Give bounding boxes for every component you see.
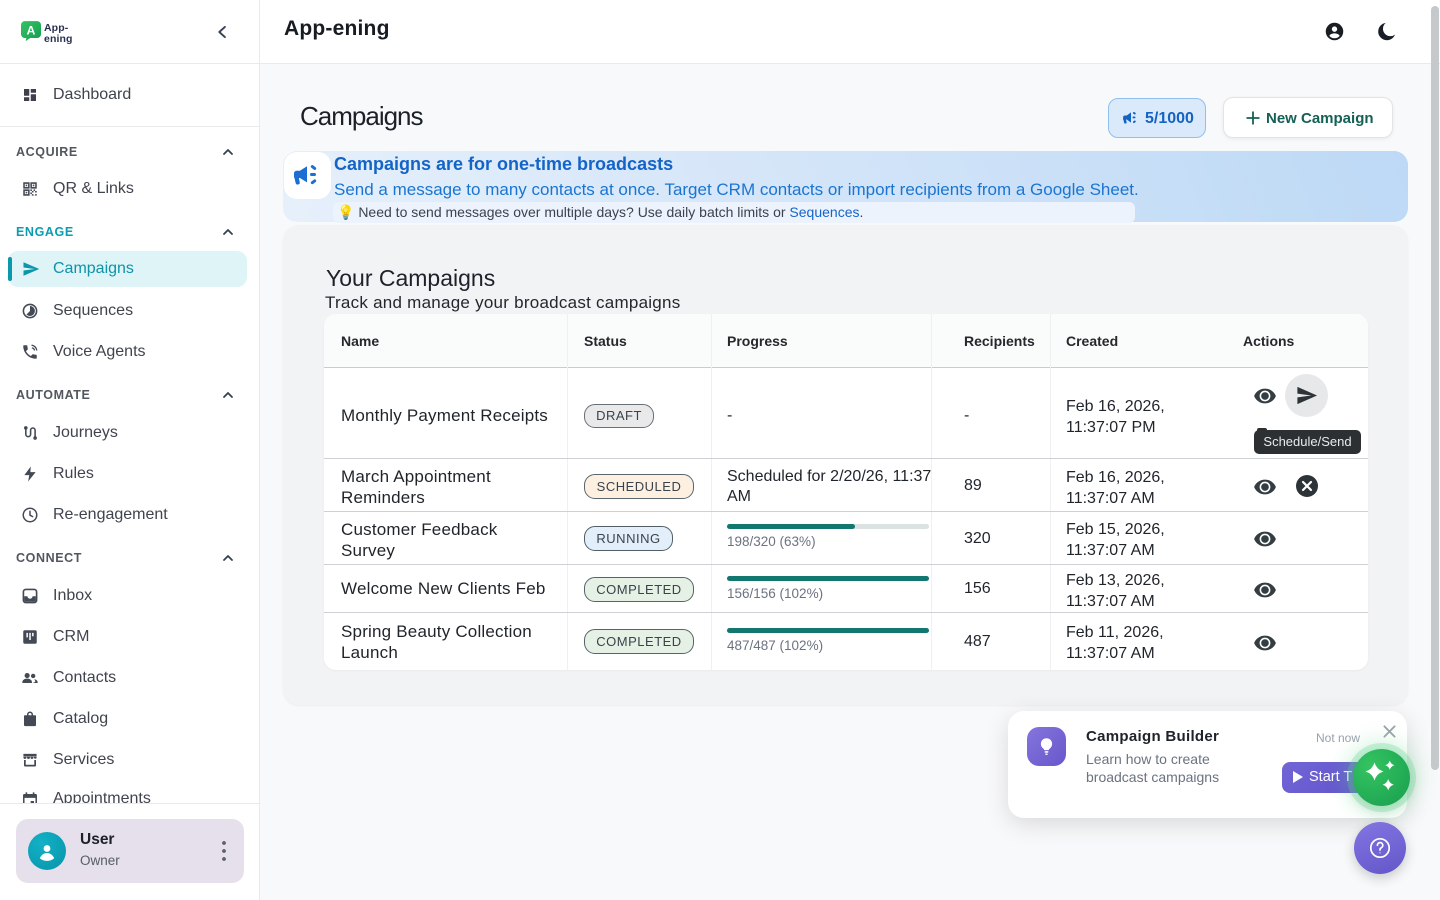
svg-text:A: A <box>27 24 36 38</box>
